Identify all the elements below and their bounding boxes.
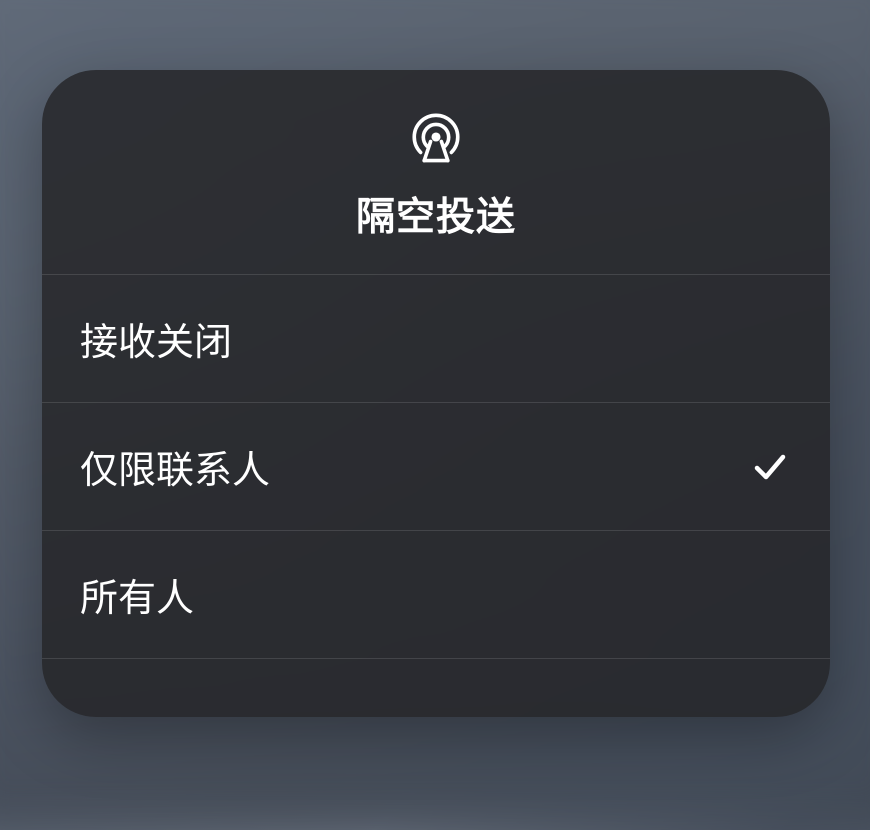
panel-header: 隔空投送 — [42, 70, 830, 275]
option-everyone[interactable]: 所有人 — [42, 531, 830, 659]
option-receiving-off[interactable]: 接收关闭 — [42, 275, 830, 403]
panel-footer-space — [42, 659, 830, 717]
option-contacts-only[interactable]: 仅限联系人 — [42, 403, 830, 531]
checkmark-icon — [752, 449, 788, 485]
panel-title: 隔空投送 — [356, 186, 516, 242]
airdrop-settings-panel: 隔空投送 接收关闭 仅限联系人 所有人 — [42, 70, 830, 717]
option-label: 仅限联系人 — [80, 439, 270, 494]
airdrop-icon — [407, 108, 465, 166]
option-label: 接收关闭 — [80, 311, 232, 366]
option-list: 接收关闭 仅限联系人 所有人 — [42, 275, 830, 659]
option-label: 所有人 — [80, 567, 194, 622]
